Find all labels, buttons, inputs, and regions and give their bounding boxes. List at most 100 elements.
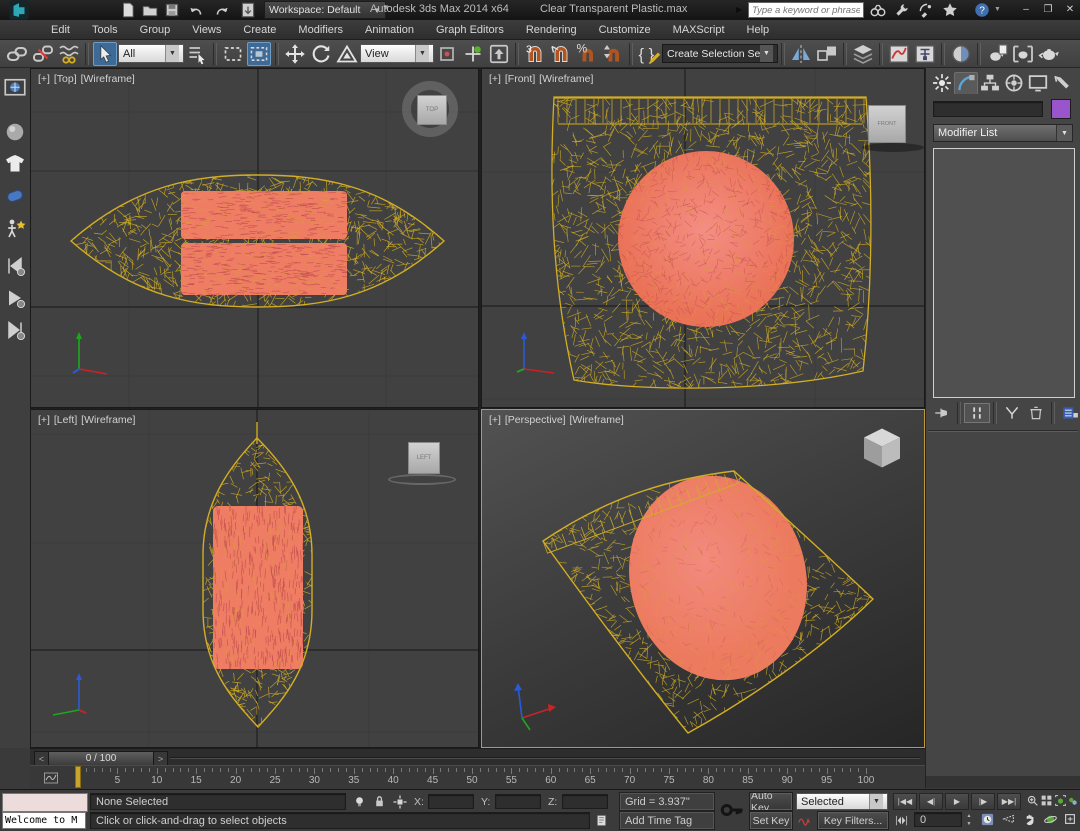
viewport-menu-shading[interactable]: [Wireframe] [81, 73, 135, 85]
configure-modifier-sets-icon[interactable] [1058, 404, 1080, 422]
close-button[interactable]: ✕ [1060, 2, 1080, 16]
workspace-selector[interactable]: Workspace: Default ▼ [264, 1, 386, 19]
viewport-menu-view[interactable]: [Front] [505, 73, 535, 85]
viewcube-front[interactable]: FRONT [868, 105, 906, 143]
minimize-button[interactable]: – [1016, 2, 1036, 16]
favorites-star-icon[interactable] [940, 1, 960, 19]
current-frame-field[interactable] [914, 812, 962, 827]
modifier-list-dropdown[interactable]: Modifier List ▼ [933, 124, 1073, 142]
current-frame-marker[interactable] [75, 766, 81, 788]
select-by-name-icon[interactable] [185, 42, 209, 66]
orbit-icon[interactable] [1043, 812, 1058, 827]
communication-center-icon[interactable] [916, 1, 936, 19]
simulate-play-icon[interactable] [3, 286, 27, 310]
viewport-menu-plus[interactable]: [+] [489, 414, 501, 426]
key-filters-button[interactable]: Key Filters... [818, 812, 888, 829]
time-configuration-icon[interactable] [980, 812, 995, 827]
key-mode-toggle-icon[interactable] [893, 813, 910, 828]
app-logo-icon[interactable] [6, 0, 32, 21]
select-and-manipulate-icon[interactable] [461, 42, 485, 66]
cloth-shirt-icon[interactable] [3, 152, 27, 176]
y-coordinate-field[interactable] [495, 794, 541, 809]
open-file-icon[interactable] [140, 1, 160, 19]
menu-item-edit[interactable]: Edit [40, 24, 81, 36]
field-of-view-icon[interactable] [1002, 812, 1016, 826]
maxscript-mini-listener-pink[interactable] [2, 793, 88, 812]
menu-item-tools[interactable]: Tools [81, 24, 129, 36]
selection-lock-bulb-icon[interactable] [352, 794, 367, 809]
viewport-menu-shading[interactable]: [Wireframe] [570, 414, 624, 426]
maxscript-mini-listener-white[interactable]: Welcome to M [2, 812, 86, 829]
viewport-left[interactable]: [+] [Left] [Wireframe] [30, 409, 479, 748]
layer-manager-icon[interactable] [851, 42, 875, 66]
edit-named-selection-sets-icon[interactable]: { } [637, 42, 661, 66]
object-name-field[interactable] [933, 101, 1043, 117]
next-frame-button[interactable]: |▶ [971, 793, 995, 810]
select-and-link-icon[interactable] [5, 42, 29, 66]
named-selection-sets-dropdown[interactable]: Create Selection Se ▼ [662, 44, 778, 63]
zoom-icon[interactable] [1026, 794, 1039, 807]
viewcube-top[interactable]: TOP [417, 95, 447, 125]
time-slider-prev-arrow[interactable]: < [34, 751, 49, 766]
zoom-extents-all-icon[interactable] [1066, 794, 1079, 807]
tube-object-icon[interactable] [3, 184, 27, 208]
help-flyout-icon[interactable]: ▼ [994, 6, 1001, 13]
key-mode-dropdown[interactable]: Selected ▼ [796, 793, 888, 810]
restore-button[interactable]: ❐ [1038, 2, 1058, 16]
menu-item-customize[interactable]: Customize [588, 24, 662, 36]
simulate-to-start-icon[interactable] [3, 254, 27, 278]
character-star-icon[interactable] [3, 216, 27, 240]
reference-coordinate-system-dropdown[interactable]: View ▼ [360, 44, 434, 63]
schematic-view-icon[interactable] [913, 42, 937, 66]
rectangular-selection-region-icon[interactable] [221, 42, 245, 66]
menu-item-create[interactable]: Create [232, 24, 287, 36]
help-icon[interactable]: ? [972, 1, 992, 19]
align-icon[interactable] [815, 42, 839, 66]
viewport-menu-view[interactable]: [Left] [54, 414, 77, 426]
search-binoculars-icon[interactable] [868, 1, 888, 19]
curve-editor-icon[interactable] [887, 42, 911, 66]
sphere-primitive-icon[interactable] [3, 120, 27, 144]
front-viewport-canvas[interactable] [482, 69, 925, 408]
set-keys-key-icon[interactable] [718, 798, 746, 822]
viewport-perspective[interactable]: [+] [Perspective] [Wireframe] [481, 409, 925, 748]
toolbar-overflow-icon[interactable]: ▶ [736, 5, 742, 14]
spinner-snap-toggle-icon[interactable] [601, 42, 625, 66]
track-bar[interactable]: 0510152025303540455055606570758085909510… [30, 765, 925, 791]
time-slider-track[interactable]: < 0 / 100 > [30, 748, 925, 766]
spinner-down-icon[interactable]: ▼ [964, 820, 974, 828]
menu-item-views[interactable]: Views [181, 24, 232, 36]
remove-modifier-icon[interactable] [1024, 404, 1048, 422]
object-color-swatch[interactable] [1051, 99, 1071, 119]
menu-item-graph-editors[interactable]: Graph Editors [425, 24, 515, 36]
save-file-icon[interactable] [162, 1, 182, 19]
keyboard-shortcut-override-icon[interactable] [487, 42, 511, 66]
pan-hand-icon[interactable] [1022, 812, 1037, 827]
frame-spinner[interactable]: ▲ ▼ [964, 812, 974, 829]
lock-selection-icon[interactable] [372, 794, 387, 809]
time-slider-next-arrow[interactable]: > [153, 751, 168, 766]
viewport-front[interactable]: [+] [Front] [Wireframe] [481, 68, 925, 408]
select-and-rotate-icon[interactable] [309, 42, 333, 66]
select-and-scale-icon[interactable] [335, 42, 359, 66]
menu-item-group[interactable]: Group [129, 24, 182, 36]
viewport-menu-view[interactable]: [Perspective] [505, 414, 566, 426]
undo-icon[interactable] [186, 1, 206, 19]
viewport-menu-shading[interactable]: [Wireframe] [81, 414, 135, 426]
percent-snap-toggle-icon[interactable]: % [575, 42, 599, 66]
open-mini-curve-editor-icon[interactable] [42, 770, 60, 786]
absolute-mode-transform-icon[interactable] [392, 794, 408, 810]
rendered-frame-window-icon[interactable] [1011, 42, 1035, 66]
viewport-menu-plus[interactable]: [+] [38, 73, 50, 85]
x-coordinate-field[interactable] [428, 794, 474, 809]
make-unique-icon[interactable] [1000, 404, 1024, 422]
menu-item-help[interactable]: Help [736, 24, 781, 36]
viewport-menu-shading[interactable]: [Wireframe] [539, 73, 593, 85]
auto-key-button[interactable]: Auto Key [750, 793, 792, 810]
z-coordinate-field[interactable] [562, 794, 608, 809]
use-pivot-point-center-icon[interactable] [435, 42, 459, 66]
tab-hierarchy-icon[interactable] [978, 72, 1002, 94]
material-editor-icon[interactable] [949, 42, 973, 66]
unlink-selection-icon[interactable] [31, 42, 55, 66]
zoom-all-icon[interactable] [1040, 794, 1053, 807]
